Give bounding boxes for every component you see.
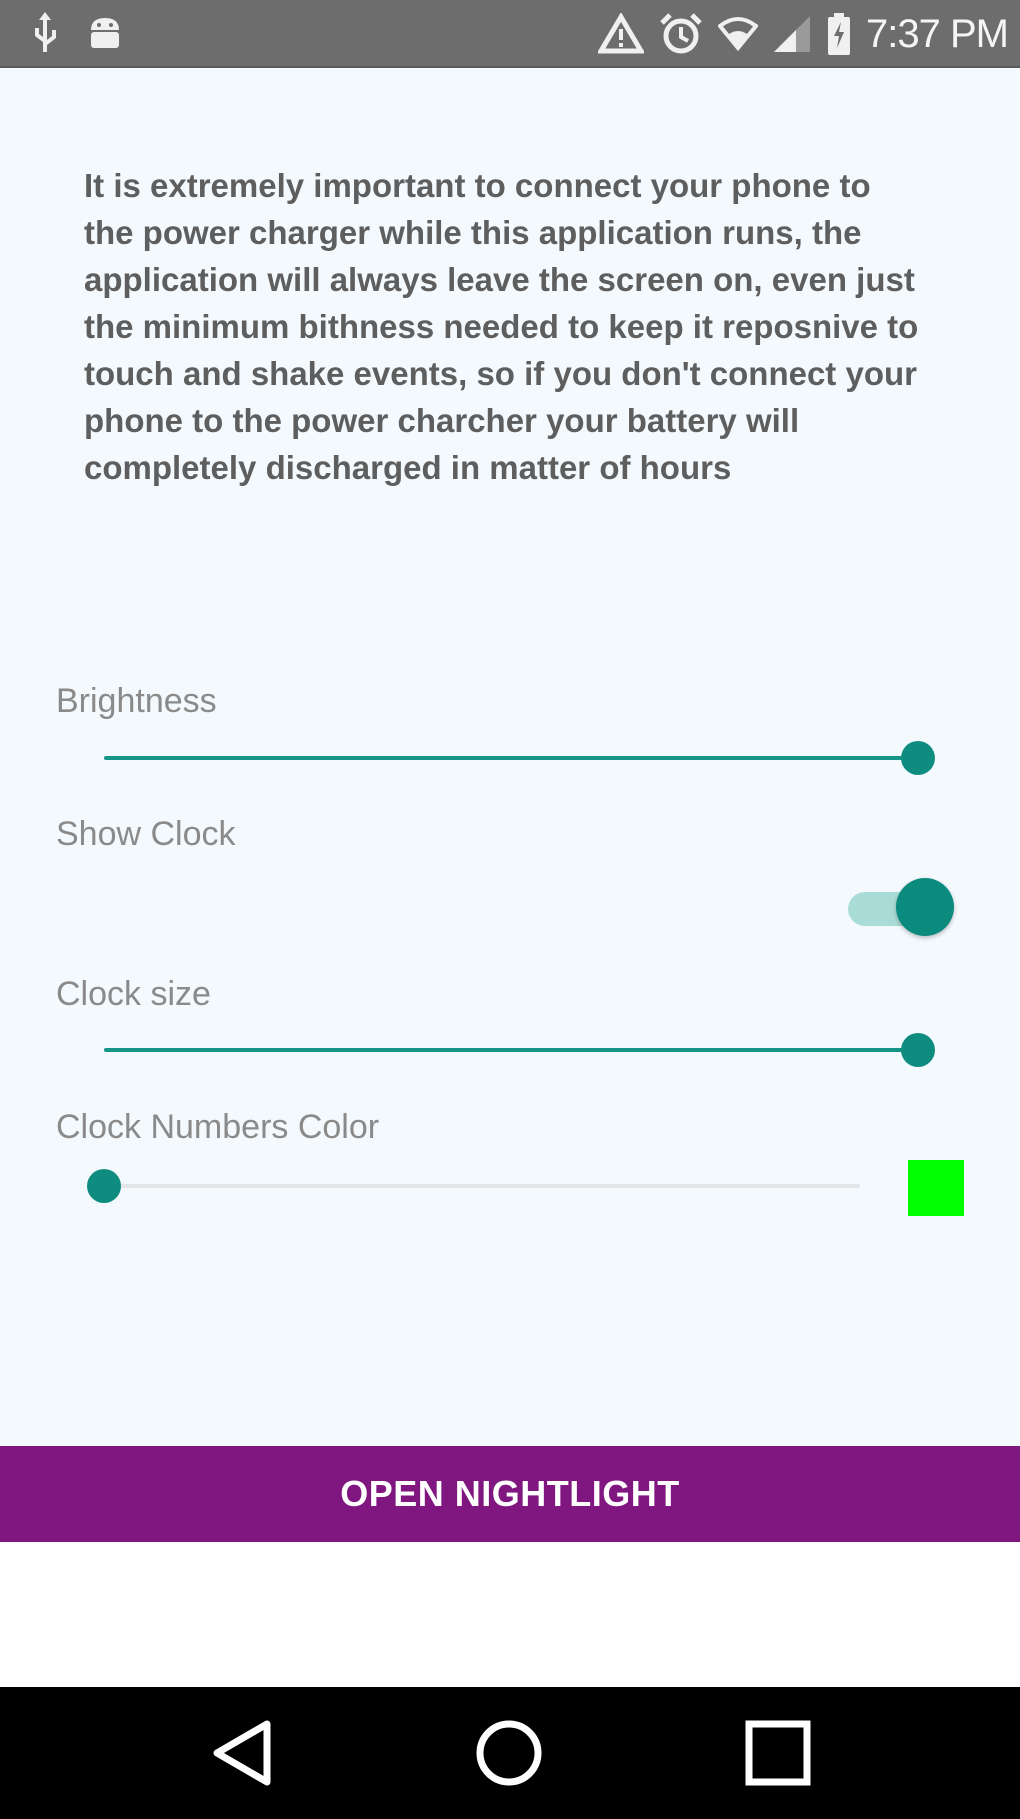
back-icon [209, 1718, 275, 1793]
clock-numbers-color-slider-track [104, 1184, 860, 1188]
settings-content: It is extremely important to connect you… [0, 70, 1020, 1445]
brightness-slider[interactable] [104, 738, 935, 778]
home-icon [474, 1718, 544, 1793]
recents-button[interactable] [738, 1715, 818, 1795]
brightness-slider-fill [104, 756, 918, 760]
warning-icon [598, 13, 645, 55]
blank-area [0, 1542, 1020, 1687]
signal-icon [772, 14, 812, 54]
battery-charging-icon [826, 12, 852, 56]
navigation-bar [0, 1687, 1020, 1819]
brightness-slider-thumb[interactable] [901, 741, 935, 775]
show-clock-switch-thumb[interactable] [896, 878, 954, 936]
home-button[interactable] [469, 1715, 549, 1795]
show-clock-switch[interactable] [848, 878, 958, 938]
status-time: 7:37 PM [866, 12, 1009, 56]
clock-numbers-color-swatch [908, 1160, 964, 1216]
status-left-icons [30, 10, 124, 54]
clock-size-label: Clock size [56, 975, 211, 1013]
recents-icon [743, 1718, 813, 1793]
open-nightlight-button[interactable]: OPEN NIGHTLIGHT [0, 1446, 1020, 1542]
alarm-icon [658, 11, 704, 57]
clock-size-slider-fill [104, 1048, 918, 1052]
clock-size-slider-thumb[interactable] [901, 1033, 935, 1067]
clock-numbers-color-slider-thumb[interactable] [87, 1169, 121, 1203]
show-clock-label: Show Clock [56, 815, 236, 853]
status-bar: 7:37 PM [0, 0, 1020, 68]
wifi-icon [718, 16, 759, 52]
clock-numbers-color-label: Clock Numbers Color [56, 1108, 380, 1146]
clock-size-slider[interactable] [104, 1030, 935, 1070]
android-icon [86, 12, 124, 52]
charger-warning-text: It is extremely important to connect you… [84, 167, 919, 486]
status-right-icons: 7:37 PM [598, 8, 1009, 60]
brightness-label: Brightness [56, 682, 217, 720]
usb-icon [30, 10, 60, 54]
back-button[interactable] [202, 1715, 282, 1795]
clock-numbers-color-slider[interactable] [87, 1166, 860, 1206]
